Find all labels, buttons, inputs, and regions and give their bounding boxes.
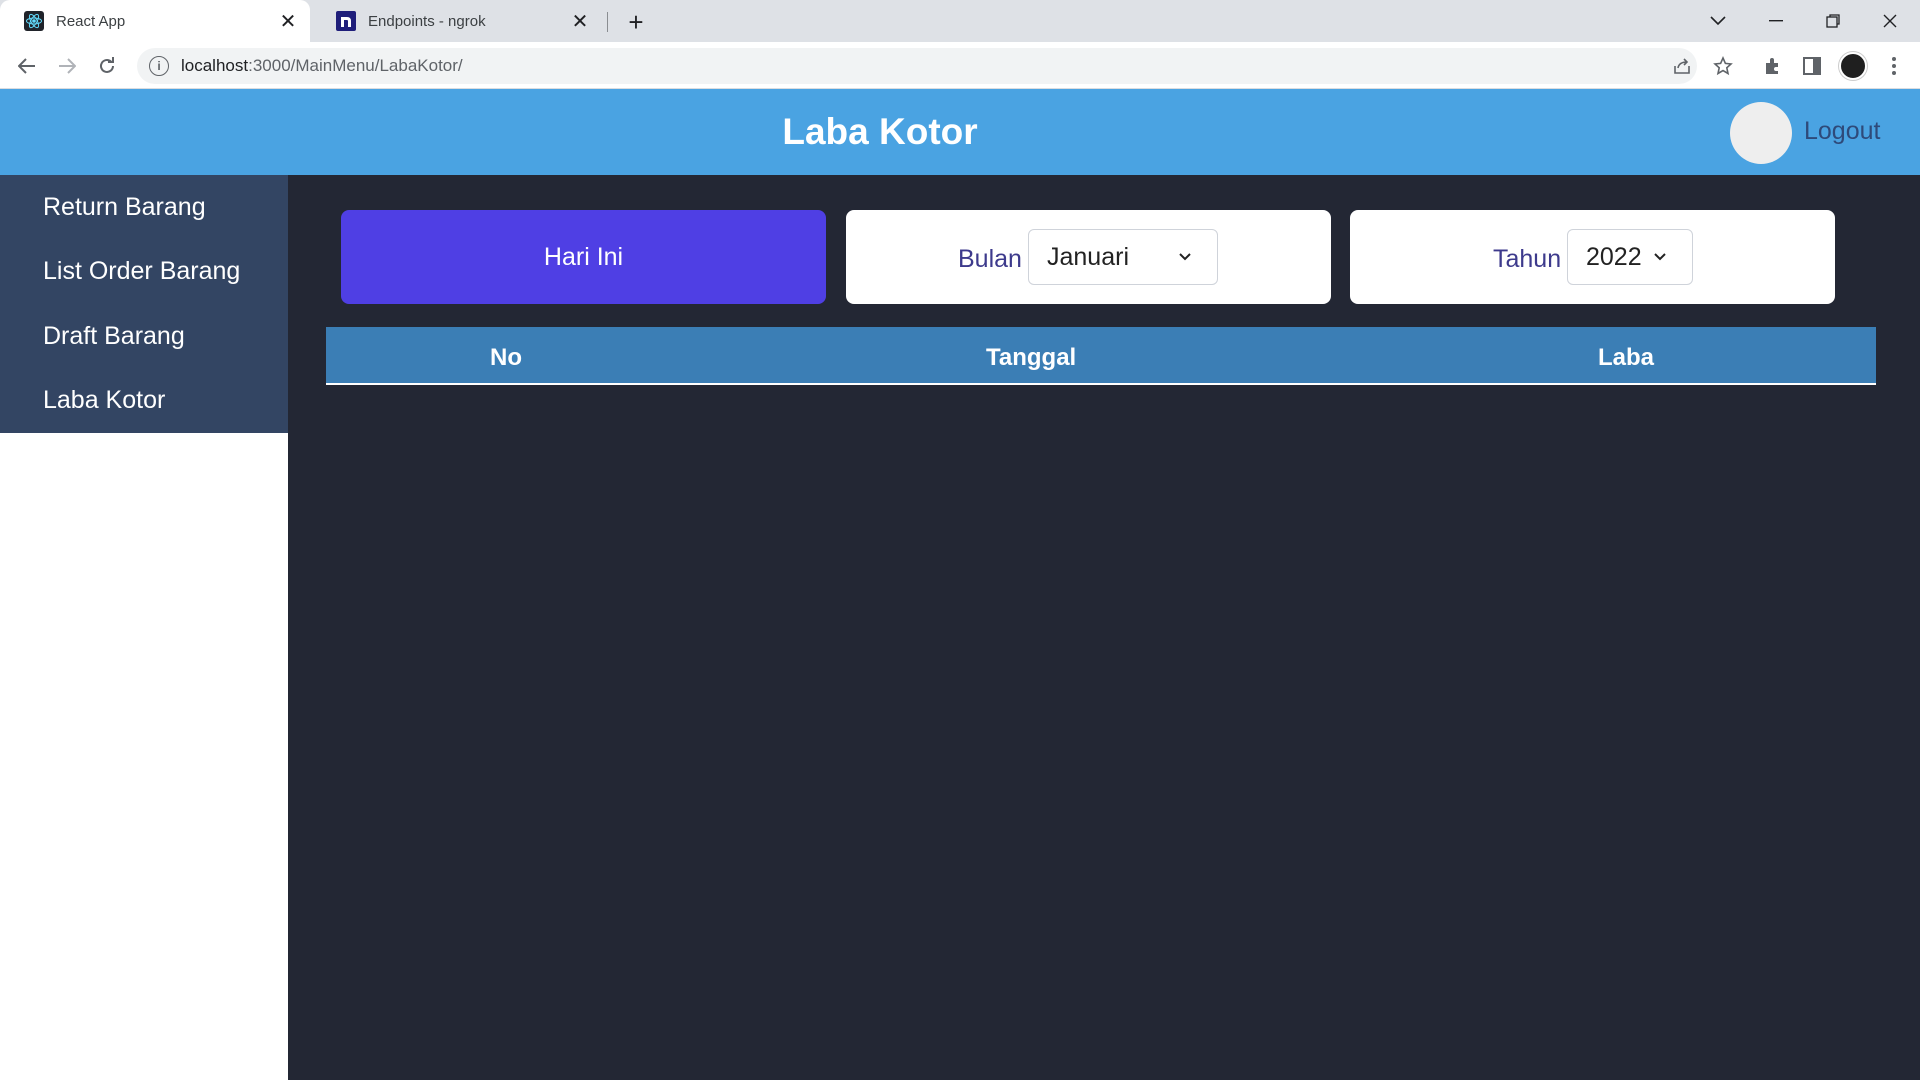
tab-title: Endpoints - ngrok [368,12,486,30]
restore-icon[interactable] [1805,0,1861,42]
extensions-icon[interactable] [1758,52,1786,80]
today-filter-button[interactable]: Hari Ini [341,210,826,304]
share-icon[interactable] [1668,52,1696,80]
close-tab-icon[interactable]: ✕ [274,7,302,35]
profile-avatar-icon[interactable] [1839,52,1867,80]
side-panel-icon[interactable] [1798,52,1826,80]
ngrok-icon [336,11,356,31]
menu-kebab-icon[interactable] [1880,52,1908,80]
month-select[interactable]: Januari [1028,229,1218,285]
avatar[interactable] [1730,102,1792,164]
column-header-laba: Laba [1598,344,1655,371]
sidebar-item-list-order-barang[interactable]: List Order Barang [43,257,240,286]
tab-ngrok[interactable]: Endpoints - ngrok ✕ [312,0,602,42]
year-label: Tahun [1493,245,1562,273]
url-text: localhost:3000/MainMenu/LabaKotor/ [181,56,463,75]
bookmark-star-icon[interactable] [1709,52,1737,80]
month-filter-card: Bulan Januari [846,210,1331,304]
year-select-value: 2022 [1586,242,1642,271]
tab-react-app[interactable]: React App ✕ [0,0,310,42]
tab-title: React App [56,12,126,30]
back-icon[interactable] [11,50,43,82]
address-bar[interactable]: i localhost:3000/MainMenu/LabaKotor/ [137,48,1697,84]
minimize-icon[interactable] [1748,0,1804,42]
year-select[interactable]: 2022 [1567,229,1693,285]
year-filter-card: Tahun 2022 [1350,210,1835,304]
sidebar-item-draft-barang[interactable]: Draft Barang [43,322,185,351]
forward-icon[interactable] [51,50,83,82]
logout-button[interactable]: Logout [1804,117,1880,146]
site-info-icon[interactable]: i [149,56,169,76]
chevron-down-icon [1654,253,1666,261]
column-header-no: No [490,344,522,371]
close-tab-icon[interactable]: ✕ [566,7,594,35]
reload-icon[interactable] [91,50,123,82]
tab-divider [607,12,608,32]
month-label: Bulan [958,245,1022,273]
chevron-down-icon [1179,253,1191,261]
tab-search-chevron-icon[interactable] [1690,0,1746,42]
table-header: No Tanggal Laba [326,327,1876,385]
react-icon [24,11,44,31]
month-select-value: Januari [1047,242,1129,271]
app-header: Laba Kotor Logout [0,89,1920,175]
main-content: Hari Ini Bulan Januari Tahun 2022 No Tan… [288,175,1920,1080]
column-header-tanggal: Tanggal [986,344,1077,371]
close-window-icon[interactable] [1862,0,1918,42]
browser-toolbar: i localhost:3000/MainMenu/LabaKotor/ [0,42,1920,89]
new-tab-icon[interactable]: + [620,7,652,37]
sidebar-item-laba-kotor[interactable]: Laba Kotor [43,386,165,415]
browser-tabstrip: React App ✕ Endpoints - ngrok ✕ + [0,0,1920,42]
sidebar: Return Barang List Order Barang Draft Ba… [0,175,288,433]
sidebar-item-return-barang[interactable]: Return Barang [43,193,206,222]
page-title: Laba Kotor [782,111,978,152]
